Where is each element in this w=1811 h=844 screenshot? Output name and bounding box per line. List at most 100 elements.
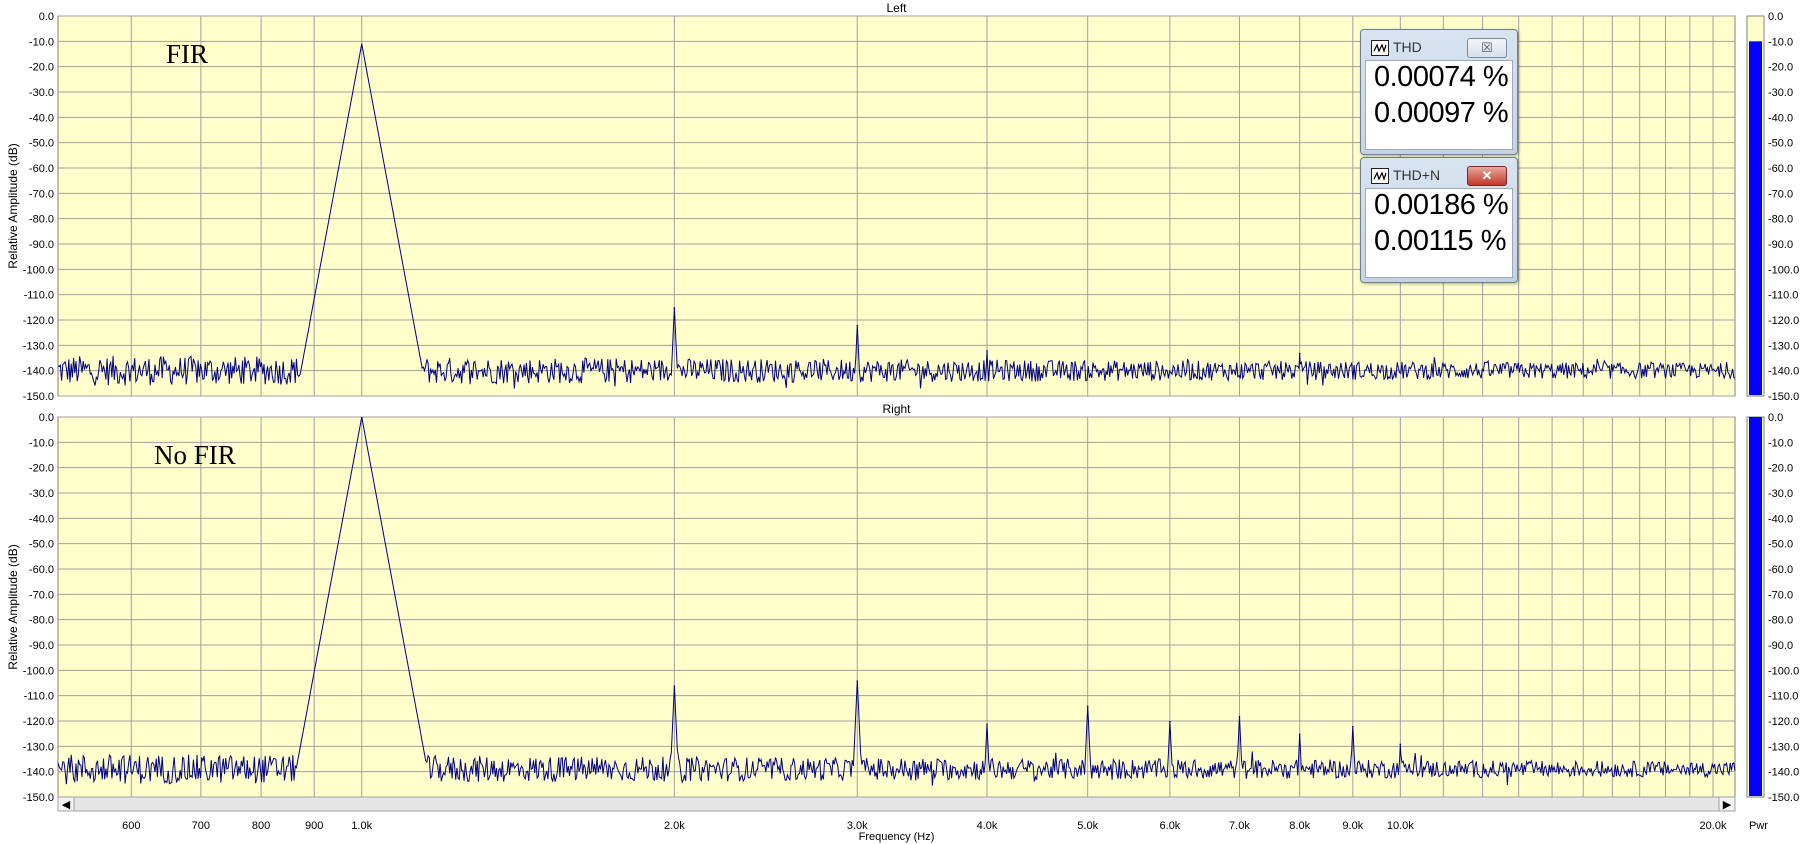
x-tick-label: 8.0k bbox=[1289, 820, 1310, 832]
thdn-close-button[interactable]: ✕ bbox=[1467, 166, 1507, 186]
thd-meter-window[interactable]: THD ☒ 0.00074 % 0.00097 % bbox=[1360, 29, 1518, 155]
horizontal-scrollbar[interactable]: ◀ ▶ bbox=[57, 796, 1736, 812]
x-tick-label: 2.0k bbox=[664, 820, 685, 832]
y-tick-label: -100.0 bbox=[23, 665, 54, 677]
y-tick-label: -120.0 bbox=[23, 716, 54, 728]
thdn-meter-header[interactable]: THD+N ✕ bbox=[1367, 164, 1511, 186]
meter-tick-label: -80.0 bbox=[1768, 214, 1793, 226]
y-tick-label: -20.0 bbox=[29, 463, 54, 475]
meter-tick-label: -150.0 bbox=[1768, 792, 1799, 804]
scrollbar-track[interactable] bbox=[57, 796, 1736, 812]
thdn-meter-window[interactable]: THD+N ✕ 0.00186 % 0.00115 % bbox=[1360, 157, 1518, 283]
thdn-values-panel: 0.00186 % 0.00115 % bbox=[1365, 188, 1513, 278]
y-tick-label: -40.0 bbox=[29, 112, 54, 124]
y-tick-label: -70.0 bbox=[29, 589, 54, 601]
y-tick-label: -120.0 bbox=[23, 315, 54, 327]
meter-tick-label: -40.0 bbox=[1768, 112, 1793, 124]
meter-tick-label: -140.0 bbox=[1768, 767, 1799, 779]
left-ylabel: Relative Amplitude (dB) bbox=[6, 143, 20, 268]
thd-close-button[interactable]: ☒ bbox=[1467, 38, 1507, 58]
y-tick-label: -40.0 bbox=[29, 513, 54, 525]
meter-tick-label: -130.0 bbox=[1768, 340, 1799, 352]
thdn-value-right: 0.00115 % bbox=[1374, 225, 1507, 257]
meter-tick-label: -90.0 bbox=[1768, 239, 1793, 251]
level-meter-fill bbox=[1749, 41, 1762, 395]
meter-tick-label: -20.0 bbox=[1768, 463, 1793, 475]
y-tick-label: -150.0 bbox=[23, 792, 54, 804]
y-tick-label: -30.0 bbox=[29, 488, 54, 500]
x-tick-label: 4.0k bbox=[977, 820, 998, 832]
meter-tick-label: -50.0 bbox=[1768, 138, 1793, 150]
meter-tick-label: -80.0 bbox=[1768, 615, 1793, 627]
x-tick-label: 10.0k bbox=[1387, 820, 1414, 832]
thd-value-right: 0.00097 % bbox=[1374, 97, 1509, 129]
no-fir-label: No FIR bbox=[154, 440, 236, 470]
right-panel-title: Right bbox=[882, 402, 911, 416]
meter-tick-label: -70.0 bbox=[1768, 589, 1793, 601]
meter-tick-label: -60.0 bbox=[1768, 564, 1793, 576]
y-tick-label: -80.0 bbox=[29, 615, 54, 627]
meter-tick-label: 0.0 bbox=[1768, 11, 1783, 23]
right-channel-panel: 0.0 0.0 -10.0 -10.0 -20.0 -20.0 -30.0 -30.0 -40.… bbox=[6, 402, 1799, 804]
x-tick-label: 20.0k bbox=[1700, 820, 1727, 832]
meter-tick-label: -130.0 bbox=[1768, 741, 1799, 753]
y-tick-label: -70.0 bbox=[29, 188, 54, 200]
thd-meter-title: THD bbox=[1393, 39, 1422, 55]
y-tick-label: -10.0 bbox=[29, 36, 54, 48]
y-tick-label: -90.0 bbox=[29, 640, 54, 652]
y-tick-label: -90.0 bbox=[29, 239, 54, 251]
y-tick-label: -140.0 bbox=[23, 366, 54, 378]
y-tick-label: -150.0 bbox=[23, 391, 54, 403]
x-tick-label: 6.0k bbox=[1160, 820, 1181, 832]
close-icon[interactable]: ✕ bbox=[1482, 168, 1493, 183]
thdn-value-left: 0.00186 % bbox=[1374, 189, 1509, 221]
scroll-left-arrow-icon[interactable]: ◀ bbox=[62, 799, 71, 811]
meter-tick-label: -120.0 bbox=[1768, 716, 1799, 728]
pwr-label: Pwr bbox=[1749, 820, 1768, 832]
y-tick-label: -140.0 bbox=[23, 767, 54, 779]
y-tick-label: -80.0 bbox=[29, 214, 54, 226]
meter-tick-label: -150.0 bbox=[1768, 391, 1799, 403]
thd-values-panel: 0.00074 % 0.00097 % bbox=[1365, 60, 1513, 150]
right-ylabel: Relative Amplitude (dB) bbox=[6, 544, 20, 669]
thd-meter-header[interactable]: THD ☒ bbox=[1367, 36, 1511, 58]
thdn-meter-title: THD+N bbox=[1393, 167, 1441, 183]
meter-tick-label: -90.0 bbox=[1768, 640, 1793, 652]
waveform-icon bbox=[1371, 40, 1389, 56]
meter-tick-label: -110.0 bbox=[1768, 290, 1798, 302]
meter-tick-label: -60.0 bbox=[1768, 163, 1793, 175]
meter-tick-label: -140.0 bbox=[1768, 366, 1799, 378]
waveform-icon bbox=[1371, 168, 1389, 184]
y-tick-label: -30.0 bbox=[29, 87, 54, 99]
close-icon[interactable]: ☒ bbox=[1481, 40, 1493, 55]
y-tick-label: -130.0 bbox=[23, 340, 54, 352]
meter-tick-label: -10.0 bbox=[1768, 437, 1793, 449]
y-tick-label: 0.0 bbox=[39, 11, 54, 23]
y-tick-label: -60.0 bbox=[29, 163, 54, 175]
y-tick-label: -50.0 bbox=[29, 539, 54, 551]
y-tick-label: -10.0 bbox=[29, 437, 54, 449]
meter-tick-label: -100.0 bbox=[1768, 264, 1799, 276]
x-tick-label: 1.0k bbox=[351, 820, 372, 832]
meter-tick-label: -20.0 bbox=[1768, 62, 1793, 74]
y-tick-label: -20.0 bbox=[29, 62, 54, 74]
x-tick-label: 600 bbox=[122, 820, 140, 832]
x-tick-label: 3.0k bbox=[847, 820, 868, 832]
meter-tick-label: -70.0 bbox=[1768, 188, 1793, 200]
scroll-right-arrow-icon[interactable]: ▶ bbox=[1723, 799, 1732, 811]
left-panel-title: Left bbox=[886, 1, 907, 15]
y-tick-label: -110.0 bbox=[24, 290, 54, 302]
meter-tick-label: -30.0 bbox=[1768, 87, 1793, 99]
meter-tick-label: -50.0 bbox=[1768, 539, 1793, 551]
thd-value-left: 0.00074 % bbox=[1374, 61, 1509, 93]
y-tick-label: -100.0 bbox=[23, 264, 54, 276]
y-tick-label: 0.0 bbox=[39, 412, 54, 424]
y-tick-label: -110.0 bbox=[24, 691, 54, 703]
meter-tick-label: -100.0 bbox=[1768, 665, 1799, 677]
meter-tick-label: -110.0 bbox=[1768, 691, 1798, 703]
plot-area bbox=[57, 416, 1736, 798]
spectrum-chart: 0.0 0.0 -10.0 -10.0 -20.0 -20.0 -30.0 -30.0 -40.… bbox=[6, 1, 1799, 843]
meter-tick-label: 0.0 bbox=[1768, 412, 1783, 424]
fir-label: FIR bbox=[166, 39, 208, 69]
x-axis-label: Frequency (Hz) bbox=[859, 831, 935, 843]
